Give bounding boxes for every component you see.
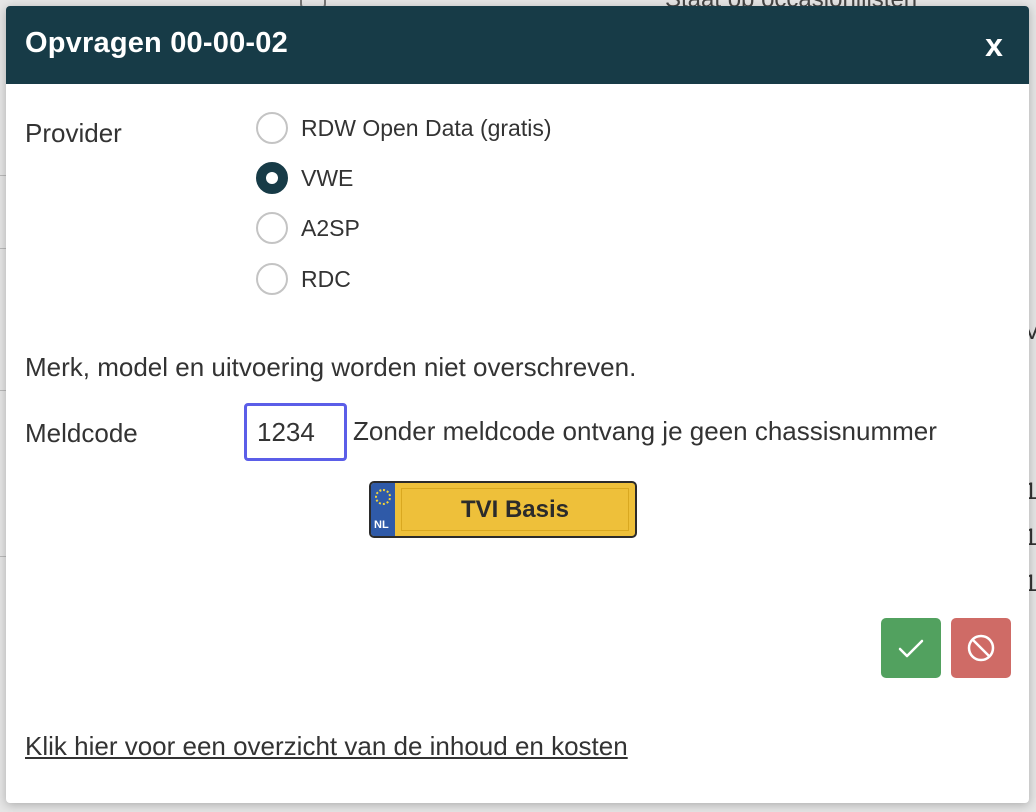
confirm-button[interactable] bbox=[881, 618, 941, 678]
eu-band: NL bbox=[371, 483, 395, 536]
radio-option-label: RDW Open Data (gratis) bbox=[301, 114, 552, 141]
radio-option-label: A2SP bbox=[301, 214, 360, 241]
country-code: NL bbox=[374, 519, 389, 531]
radio-option-label: RDC bbox=[301, 265, 351, 292]
provider-label: Provider bbox=[25, 118, 122, 148]
dialog-header: Opvragen 00-00-02 x bbox=[6, 6, 1029, 84]
eu-stars-icon bbox=[375, 489, 391, 505]
query-dialog: Opvragen 00-00-02 x Provider RDW Open Da… bbox=[6, 6, 1029, 803]
costs-overview-link[interactable]: Klik hier voor een overzicht van de inho… bbox=[25, 731, 628, 762]
radio-option-rdw[interactable]: RDW Open Data (gratis) bbox=[256, 110, 552, 146]
close-button[interactable]: x bbox=[979, 28, 1009, 62]
meldcode-input[interactable] bbox=[244, 403, 347, 461]
radio-button-selected[interactable] bbox=[256, 162, 288, 194]
checkmark-icon bbox=[898, 639, 924, 658]
plate-label: TVI Basis bbox=[460, 495, 570, 523]
radio-option-label: VWE bbox=[301, 164, 354, 191]
radio-option-a2sp[interactable]: A2SP bbox=[256, 210, 360, 246]
radio-button[interactable] bbox=[256, 212, 288, 244]
meldcode-hint: Zonder meldcode ontvang je geen chassisn… bbox=[353, 416, 937, 446]
radio-option-vwe[interactable]: VWE bbox=[256, 160, 353, 196]
radio-button[interactable] bbox=[256, 112, 288, 144]
cancel-button[interactable] bbox=[951, 618, 1011, 678]
dialog-title: Opvragen 00-00-02 bbox=[25, 27, 288, 59]
no-entry-icon bbox=[967, 634, 995, 662]
radio-button[interactable] bbox=[256, 263, 288, 295]
meldcode-label: Meldcode bbox=[25, 418, 138, 448]
overwrite-note: Merk, model en uitvoering worden niet ov… bbox=[25, 352, 637, 382]
radio-option-rdc[interactable]: RDC bbox=[256, 261, 351, 297]
tvi-basis-plate-button[interactable]: NL TVI Basis bbox=[369, 481, 637, 538]
